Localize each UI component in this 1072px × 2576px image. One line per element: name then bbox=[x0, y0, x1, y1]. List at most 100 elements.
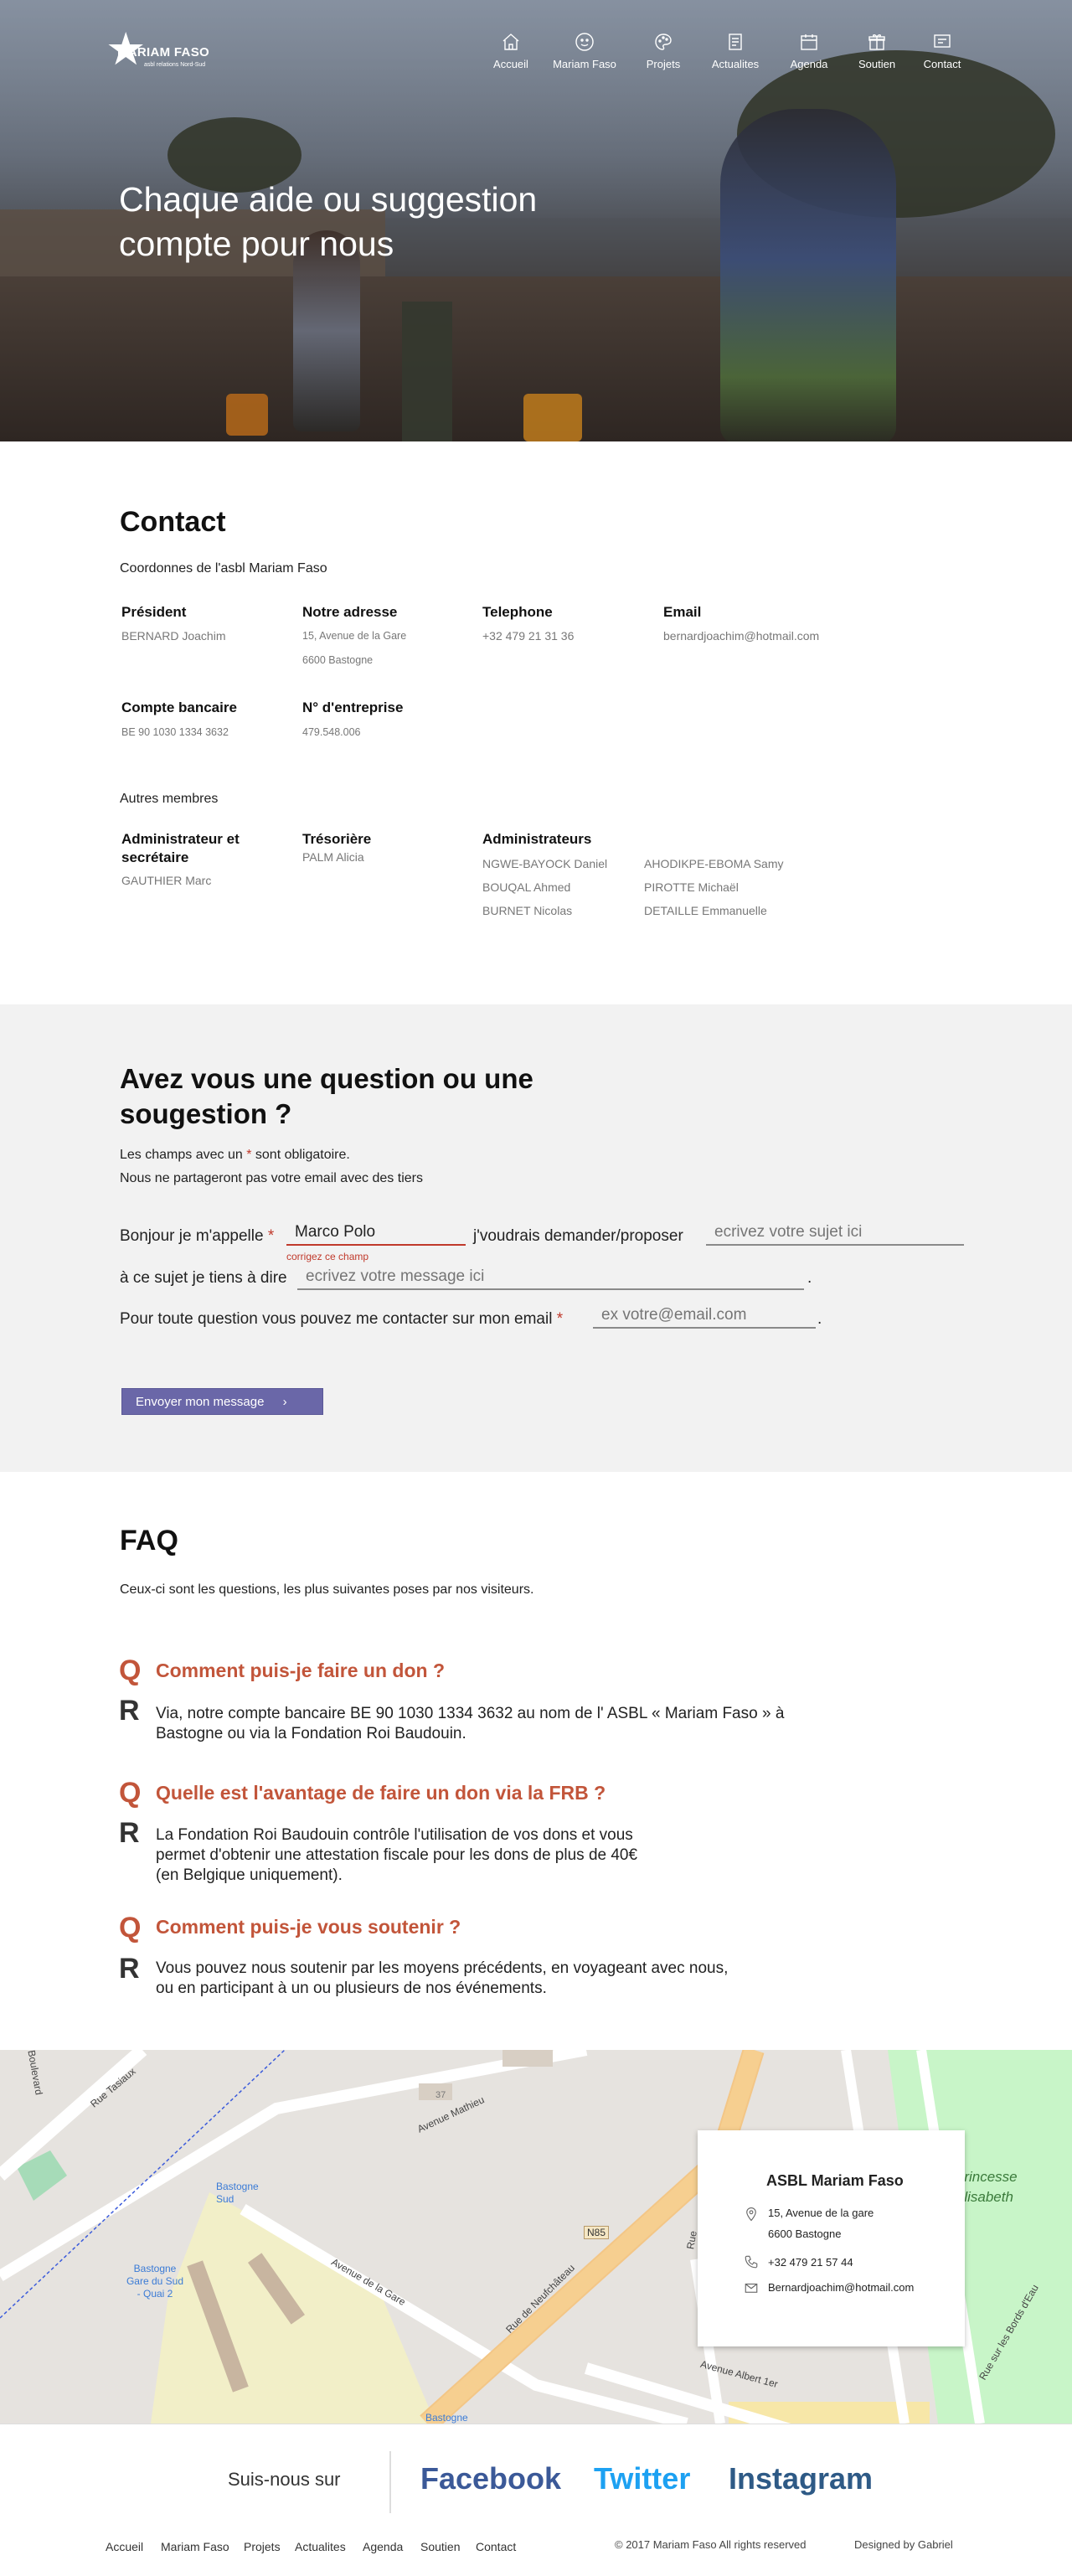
nav-label: Soutien bbox=[858, 58, 896, 70]
form-text-name-intro: Bonjour je m'appelle * bbox=[120, 1227, 274, 1246]
footer-link-mariam-faso[interactable]: Mariam Faso bbox=[161, 2540, 229, 2553]
contact-subtitle: Coordonnes de l'asbl Mariam Faso bbox=[120, 561, 327, 576]
footer-link-agenda[interactable]: Agenda bbox=[363, 2540, 403, 2553]
footer-link-accueil[interactable]: Accueil bbox=[106, 2540, 143, 2553]
email-label: Email bbox=[663, 604, 702, 620]
logo-name: MARIAM FASO bbox=[117, 45, 209, 59]
administrator-name: BURNET Nicolas bbox=[482, 904, 573, 917]
contact-form-section: Avez vous une question ou une sougestion… bbox=[0, 1004, 1072, 1472]
hero-jerrycan bbox=[226, 394, 268, 436]
follow-us-label: Suis-nous sur bbox=[228, 2469, 341, 2490]
faq-answer: Via, notre compte bancaire BE 90 1030 13… bbox=[156, 1705, 785, 1742]
site-logo[interactable]: ★ MARIAM FASO asbl relations Nord-Sud bbox=[106, 27, 231, 74]
send-message-button[interactable]: Envoyer mon message › bbox=[121, 1388, 323, 1415]
required-star: * bbox=[267, 1227, 275, 1245]
nav-item-agenda[interactable]: Agenda bbox=[776, 32, 843, 79]
question-mark-letter: Q bbox=[119, 1777, 142, 1809]
location-pin-icon bbox=[746, 2207, 756, 2222]
administrator-name: NGWE-BAYOCK Daniel bbox=[482, 857, 608, 870]
admin-secretary-value: GAUTHIER Marc bbox=[121, 874, 212, 887]
screen-icon bbox=[934, 34, 951, 48]
faq-title: FAQ bbox=[120, 1525, 178, 1556]
map-house-number: 37 bbox=[436, 2090, 446, 2100]
faq-intro: Ceux-ci sont les questions, les plus sui… bbox=[120, 1582, 534, 1597]
email-input[interactable] bbox=[593, 1303, 816, 1329]
faq-answer: Vous pouvez nous soutenir par les moyens… bbox=[156, 1959, 729, 1997]
location-map[interactable]: Rue Tasiaux Avenue Mathieu Avenue de la … bbox=[0, 2050, 1072, 2424]
required-note-text: sont obligatoire. bbox=[255, 1148, 350, 1162]
required-note: Les champs avec un * sont obligatoire. bbox=[120, 1148, 350, 1163]
bank-value: BE 90 1030 1334 3632 bbox=[121, 726, 229, 738]
required-star: * bbox=[246, 1148, 252, 1162]
mail-icon bbox=[745, 2283, 758, 2293]
form-period: . bbox=[807, 1269, 812, 1287]
map-place-label: Bastogne Sud bbox=[216, 2181, 259, 2205]
nav-item-soutien[interactable]: Soutien bbox=[843, 32, 910, 79]
nav-item-accueil[interactable]: Accueil bbox=[477, 32, 544, 79]
twitter-link[interactable]: Twitter bbox=[594, 2461, 690, 2496]
other-members-title: Autres membres bbox=[120, 792, 219, 806]
subject-input[interactable] bbox=[706, 1221, 964, 1246]
hero-title: Chaque aide ou suggestion compte pour no… bbox=[119, 180, 538, 263]
administrator-name: PIROTTE Michaël bbox=[644, 880, 739, 894]
administrators-label: Administrateurs bbox=[482, 831, 592, 847]
footer-link-projets[interactable]: Projets bbox=[244, 2540, 281, 2553]
hero-person bbox=[720, 109, 896, 441]
nav-item-projets[interactable]: Projets bbox=[630, 32, 697, 79]
instagram-link[interactable]: Instagram bbox=[729, 2461, 873, 2496]
footer-link-soutien[interactable]: Soutien bbox=[420, 2540, 460, 2553]
faq-question: Comment puis-je vous soutenir ? bbox=[156, 1916, 461, 1938]
nav-label: Actualites bbox=[711, 58, 760, 70]
message-input[interactable] bbox=[297, 1265, 804, 1290]
faq-section: FAQ Ceux-ci sont les questions, les plus… bbox=[0, 1472, 1072, 2050]
smiley-icon bbox=[575, 33, 594, 51]
map-card-address2: 6600 Bastogne bbox=[768, 2228, 842, 2240]
palette-icon bbox=[655, 34, 672, 50]
faq-question: Quelle est l'avantage de faire un don vi… bbox=[156, 1782, 606, 1804]
required-star: * bbox=[556, 1310, 564, 1328]
president-value: BERNARD Joachim bbox=[121, 629, 226, 643]
form-sentence: à ce sujet je tiens à dire bbox=[120, 1269, 287, 1287]
administrator-name: AHODIKPE-EBOMA Samy bbox=[644, 857, 784, 870]
faq-question: Comment puis-je faire un don ? bbox=[156, 1660, 446, 1681]
nav-item-mariam-faso[interactable]: Mariam Faso bbox=[551, 32, 618, 79]
hero-pump bbox=[402, 302, 452, 441]
hero-banner: ★ MARIAM FASO asbl relations Nord-Sud Ac… bbox=[0, 0, 1072, 441]
map-card-email[interactable]: Bernardjoachim@hotmail.com bbox=[768, 2281, 914, 2294]
footer-link-actualites[interactable]: Actualites bbox=[295, 2540, 346, 2553]
treasurer-value: PALM Alicia bbox=[302, 850, 364, 864]
name-input[interactable] bbox=[286, 1221, 466, 1246]
email-value[interactable]: bernardjoachim@hotmail.com bbox=[663, 624, 819, 648]
phone-value[interactable]: +32 479 21 31 36 bbox=[482, 624, 574, 648]
required-note-text: Les champs avec un bbox=[120, 1148, 243, 1162]
phone-label: Telephone bbox=[482, 604, 553, 620]
footer-divider bbox=[389, 2451, 391, 2513]
administrator-name: DETAILLE Emmanuelle bbox=[644, 904, 767, 917]
facebook-link[interactable]: Facebook bbox=[420, 2461, 561, 2496]
form-sentence: Pour toute question vous pouvez me conta… bbox=[120, 1310, 553, 1328]
form-sentence: Bonjour je m'appelle bbox=[120, 1227, 264, 1245]
send-button-label: Envoyer mon message bbox=[136, 1395, 265, 1409]
nav-item-actualites[interactable]: Actualites bbox=[702, 32, 769, 79]
name-error-message: corrigez ce champ bbox=[286, 1251, 369, 1262]
company-number-value: 479.548.006 bbox=[302, 726, 361, 738]
answer-mark-letter: R bbox=[119, 1817, 140, 1849]
nav-label: Accueil bbox=[493, 58, 528, 70]
footer-link-contact[interactable]: Contact bbox=[476, 2540, 516, 2553]
faq-answer: La Fondation Roi Baudouin contrôle l'uti… bbox=[156, 1826, 638, 1884]
answer-mark-letter: R bbox=[119, 1695, 140, 1727]
map-info-card: ASBL Mariam Faso 15, Avenue de la gare 6… bbox=[698, 2130, 965, 2346]
bank-label: Compte bancaire bbox=[121, 699, 237, 715]
map-place-label: Bastogne Gare du Sud - Quai 2 bbox=[126, 2263, 184, 2300]
administrator-name: BOUQAL Ahmed bbox=[482, 880, 571, 894]
question-mark-letter: Q bbox=[119, 1912, 142, 1944]
contact-section: Contact Coordonnes de l'asbl Mariam Faso… bbox=[0, 441, 1072, 1004]
home-icon bbox=[502, 34, 519, 50]
calendar-icon bbox=[801, 34, 817, 50]
nav-label: Mariam Faso bbox=[553, 58, 616, 70]
form-period: . bbox=[817, 1310, 822, 1328]
address-label: Notre adresse bbox=[302, 604, 398, 620]
nav-item-contact[interactable]: Contact bbox=[909, 32, 976, 79]
hero-jerrycan bbox=[523, 394, 582, 441]
form-title: Avez vous une question ou une sougestion… bbox=[120, 1063, 533, 1129]
